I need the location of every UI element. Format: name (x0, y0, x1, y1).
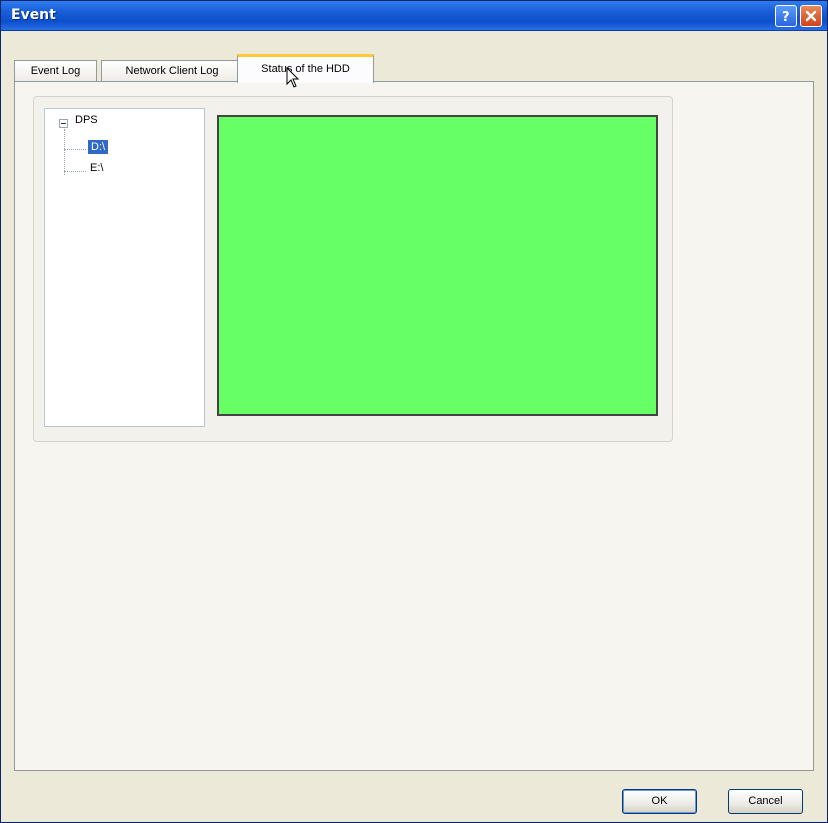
cancel-button[interactable]: Cancel (728, 789, 803, 814)
collapse-icon[interactable] (59, 119, 68, 128)
title-bar[interactable]: Event ? (1, 1, 827, 31)
tree-node-drive-e[interactable]: E:\ (90, 162, 103, 174)
close-icon (805, 10, 817, 22)
ok-button[interactable]: OK (622, 789, 697, 814)
hdd-status-indicator (217, 115, 658, 416)
svg-text:?: ? (782, 10, 790, 23)
window-title: Event (11, 7, 56, 23)
hdd-group-box: DPS D:\ E:\ (33, 96, 673, 442)
help-icon: ? (779, 9, 793, 23)
tab-network-client-log[interactable]: Network Client Log (101, 60, 243, 82)
tab-panel: DPS D:\ E:\ (14, 81, 814, 771)
event-dialog: Event ? Event Log Network Client Log Sta… (0, 0, 828, 823)
drive-tree[interactable]: DPS D:\ E:\ (44, 108, 205, 427)
tree-connector-line (64, 171, 86, 172)
help-button[interactable]: ? (775, 5, 797, 27)
tree-connector-line (64, 149, 86, 150)
close-button[interactable] (800, 5, 822, 27)
tree-node-dps[interactable]: DPS (75, 114, 98, 126)
tree-node-drive-d[interactable]: D:\ (86, 139, 110, 155)
tab-event-log[interactable]: Event Log (14, 60, 97, 82)
mouse-pointer-icon (286, 66, 300, 92)
tree-connector-line (64, 129, 65, 175)
tab-status-of-the-hdd[interactable]: Status of the HDD (237, 54, 374, 83)
